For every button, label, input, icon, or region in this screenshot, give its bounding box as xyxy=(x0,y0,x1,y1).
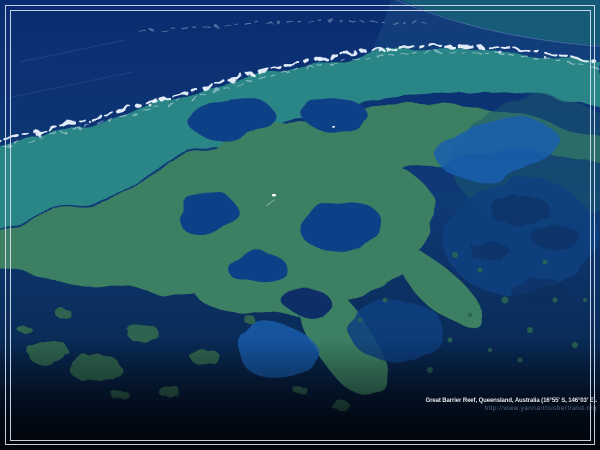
boat-icon xyxy=(332,126,335,128)
photo-canvas xyxy=(0,0,600,450)
bottom-shadow xyxy=(0,340,600,450)
boat-icon xyxy=(272,194,276,196)
wallpaper-photo: Great Barrier Reef, Queensland, Australi… xyxy=(0,0,600,450)
